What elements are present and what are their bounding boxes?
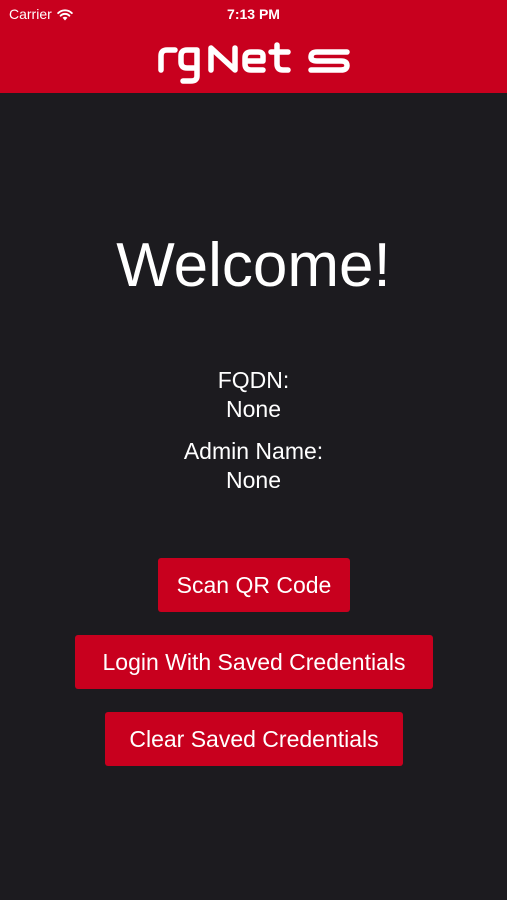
- admin-name-label: Admin Name:: [183, 438, 324, 464]
- fqdn-info: FQDN: None: [0, 366, 507, 424]
- status-time: 7:13 PM: [227, 6, 280, 22]
- app-header: Carrier 7:13 PM: [0, 0, 507, 93]
- fqdn-value: None: [226, 396, 281, 422]
- welcome-heading: Welcome!: [116, 231, 391, 300]
- admin-info: Admin Name: None: [0, 437, 507, 495]
- clear-saved-credentials-button[interactable]: Clear Saved Credentials: [105, 712, 403, 766]
- fqdn-label: FQDN:: [217, 367, 290, 393]
- login-saved-credentials-button[interactable]: Login With Saved Credentials: [75, 635, 433, 689]
- status-bar: Carrier 7:13 PM: [0, 0, 507, 30]
- rgnets-logo: [158, 42, 350, 84]
- admin-name-value: None: [226, 467, 281, 493]
- scan-qr-code-button[interactable]: Scan QR Code: [158, 558, 350, 612]
